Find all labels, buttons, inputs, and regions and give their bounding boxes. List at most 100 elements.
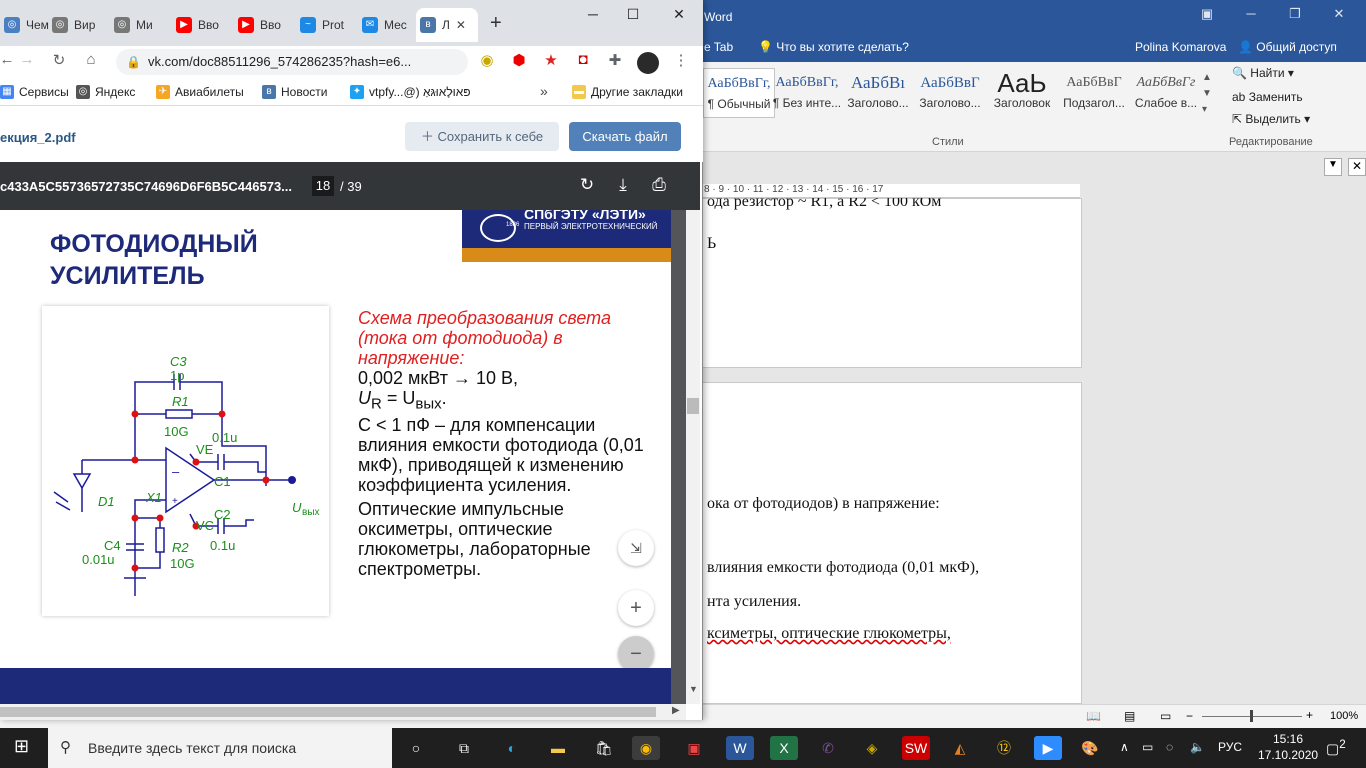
tab-active[interactable]: в Л ✕ [416, 8, 478, 42]
minimize-icon[interactable]: ─ [576, 6, 610, 26]
style-heading2[interactable]: АаБбВвГ Заголово... [914, 68, 986, 118]
explorer-icon[interactable]: ▬ [544, 736, 572, 760]
tab[interactable]: ▶ Вво [234, 8, 281, 42]
pdf-page-input[interactable]: 18 [312, 176, 334, 196]
scroll-right-icon[interactable]: ▶ [672, 705, 680, 716]
taskbar-search[interactable]: ⚲ Введите здесь текст для поиска [48, 728, 392, 768]
edge-icon[interactable]: ◐ [498, 736, 526, 760]
close-tab-icon[interactable]: ✕ [456, 18, 466, 32]
zoom-level[interactable]: 100% [1330, 710, 1358, 722]
adblock-icon[interactable]: ⬢ [508, 51, 530, 69]
doc-page-1[interactable]: ода резистор ~ R1, а R2 < 100 кОм Ь [700, 193, 1082, 368]
bookmark-services[interactable]: ▦ Сервисы [0, 85, 69, 99]
ribbon-display-icon[interactable]: ▣ [1192, 6, 1222, 22]
vertical-scrollbar[interactable]: ▼ [686, 210, 700, 704]
excel-icon[interactable]: X [770, 736, 798, 760]
scrollbar-thumb[interactable] [687, 398, 699, 414]
user-name[interactable]: Polina Komarova [1135, 40, 1226, 54]
language-indicator[interactable]: РУС [1218, 740, 1242, 754]
zoom-in-icon[interactable]: + [1306, 708, 1313, 722]
style-heading1[interactable]: АаБбВı Заголово... [842, 68, 914, 118]
matlab-icon[interactable]: ◭ [946, 736, 974, 760]
viber-icon[interactable]: ✆ [814, 736, 842, 760]
zoom-slider-thumb[interactable] [1250, 710, 1253, 722]
solidworks-icon[interactable]: SW [902, 736, 930, 760]
puzzle-icon[interactable]: ✚ [604, 51, 626, 69]
new-tab-button[interactable]: + [490, 12, 502, 35]
style-normal[interactable]: АаБбВвГг, ¶ Обычный [703, 68, 775, 118]
read-mode-icon[interactable]: 📖 [1086, 709, 1101, 723]
notifications-icon[interactable]: ▢2 [1326, 738, 1346, 758]
tab[interactable]: ◎ Вир [48, 8, 95, 42]
replace-button[interactable]: ab Заменить [1232, 90, 1303, 104]
print-layout-icon[interactable]: ▤ [1124, 709, 1135, 723]
web-layout-icon[interactable]: ▭ [1160, 709, 1171, 723]
app-icon[interactable]: ⑫ [990, 736, 1018, 760]
windows-start-icon[interactable]: ⊞ [14, 736, 29, 757]
reload-icon[interactable]: ↻ [48, 51, 70, 69]
bookmark-yandex[interactable]: ◎ Яндекс [76, 85, 135, 99]
task-view-icon[interactable]: ⧉ [450, 736, 478, 760]
store-icon[interactable]: 🛍 [590, 736, 618, 760]
select-button[interactable]: ⇱ Выделить ▾ [1232, 112, 1310, 126]
word-icon[interactable]: W [726, 736, 754, 760]
zoom-in-button[interactable]: + [618, 590, 654, 626]
scroll-down-icon[interactable]: ▼ [689, 684, 698, 694]
find-button[interactable]: 🔍 Найти ▾ [1232, 66, 1294, 80]
fit-page-button[interactable]: ⇲ [618, 530, 654, 566]
extension-icon[interactable]: ◉ [476, 51, 498, 69]
app-icon[interactable]: ▣ [680, 736, 708, 760]
close-pane-icon[interactable]: ✕ [1348, 158, 1366, 176]
paint-icon[interactable]: 🎨 [1076, 736, 1104, 760]
download-icon[interactable]: ⤓ [612, 175, 634, 195]
volume-icon[interactable]: 🔈 [1190, 740, 1205, 754]
zoom-out-button[interactable]: − [618, 636, 654, 668]
app-icon[interactable]: ◈ [858, 736, 886, 760]
share-button[interactable]: 👤 Общий доступ [1238, 40, 1337, 54]
extension-star-icon[interactable]: ★ [540, 51, 562, 69]
styles-scroll-icon[interactable]: ▲ ▼ ▾ [1202, 70, 1212, 118]
tab[interactable]: ~ Prot [296, 8, 344, 42]
bookmark-other[interactable]: ▬ Другие закладки [572, 85, 683, 99]
download-button[interactable]: Скачать файл [569, 122, 681, 151]
style-no-spacing[interactable]: АаБбВвГг, ¶ Без инте... [771, 68, 843, 118]
doc-page-2[interactable]: ока от фотодиодов) в напряжение: влияния… [700, 382, 1082, 704]
pdf-viewer[interactable]: СПбГЭТУ «ЛЭТИ» ПЕРВЫЙ ЭЛЕКТРОТЕХНИЧЕСКИЙ… [0, 210, 686, 704]
horizontal-scrollbar[interactable]: ▶ [0, 704, 686, 720]
tell-me-box[interactable]: 💡 Что вы хотите сделать? [758, 40, 909, 54]
tab[interactable]: ✉ Мес [358, 8, 407, 42]
bookmark-avia[interactable]: ✈ Авиабилеты [156, 85, 244, 99]
forward-icon[interactable]: → [16, 51, 38, 68]
menu-icon[interactable]: ⋮ [670, 51, 692, 69]
bookmarks-overflow[interactable]: » [540, 83, 548, 99]
maximize-icon[interactable]: ☐ [616, 6, 650, 26]
clock[interactable]: 15:16 17.10.2020 [1258, 731, 1318, 763]
dropdown-icon[interactable]: ▼ [1324, 158, 1342, 176]
rotate-icon[interactable]: ↻ [576, 175, 598, 195]
style-subtle-emphasis[interactable]: АаБбВвГг Слабое в... [1130, 68, 1202, 118]
home-icon[interactable]: ⌂ [80, 51, 102, 68]
save-to-self-button[interactable]: ＋ Сохранить к себе [405, 122, 559, 151]
minimize-icon[interactable]: ─ [1236, 6, 1266, 21]
cortana-icon[interactable]: ○ [402, 736, 430, 760]
address-bar[interactable]: 🔒 vk.com/doc88511296_574286235?hash=e6..… [116, 49, 468, 75]
tray-expand-icon[interactable]: ∧ [1120, 740, 1129, 754]
print-icon[interactable]: ⎙ [648, 175, 670, 195]
tab[interactable]: ▶ Вво [172, 8, 219, 42]
tab[interactable]: ◎ Ми [110, 8, 153, 42]
close-icon[interactable]: ✕ [1324, 6, 1354, 22]
bookmark-news[interactable]: в Новости [262, 85, 327, 99]
style-title[interactable]: АаЬ Заголовок [986, 68, 1058, 118]
bookmark-twitter[interactable]: ✦ vtpfy...@) פּאוּלָאוּגּאַ [350, 85, 471, 99]
ribbon-tab-partial[interactable]: e Tab [704, 40, 733, 54]
network-icon[interactable]: ▭ [1142, 740, 1153, 754]
close-icon[interactable]: ✕ [662, 6, 696, 26]
tab[interactable]: ◎ Чем [0, 8, 49, 42]
horizontal-ruler[interactable]: 8 · 9 · 10 · 11 · 12 · 13 · 14 · 15 · 16… [700, 184, 1080, 198]
zoom-out-icon[interactable]: − [1186, 709, 1193, 723]
scrollbar-thumb[interactable] [0, 707, 656, 717]
wifi-icon[interactable]: ◌ [1166, 740, 1173, 754]
avatar[interactable] [637, 52, 659, 74]
chrome-icon[interactable]: ◉ [632, 736, 660, 760]
zoom-icon[interactable]: ▶ [1034, 736, 1062, 760]
